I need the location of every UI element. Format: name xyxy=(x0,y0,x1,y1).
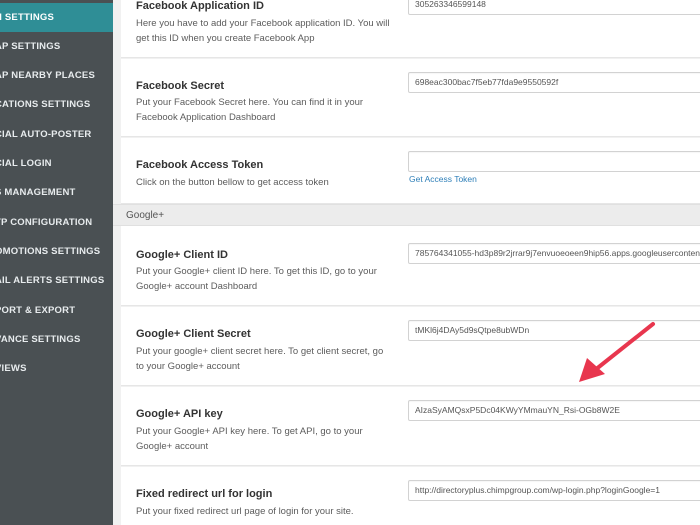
google-redirect-url-row: Fixed redirect url for login Put your fi… xyxy=(121,467,700,525)
facebook-access-token-input[interactable] xyxy=(408,151,700,172)
sidebar-item-locations-settings[interactable]: CATIONS SETTINGS xyxy=(0,90,113,119)
sidebar-item-label: CATIONS SETTINGS xyxy=(0,99,91,110)
sidebar-item-promotions-settings[interactable]: OMOTIONS SETTINGS xyxy=(0,237,113,266)
sidebar-item-label: CIAL LOGIN xyxy=(0,158,52,169)
sidebar-item-label: AIL ALERTS SETTINGS xyxy=(0,275,105,286)
sidebar-item-advance-settings[interactable]: VANCE SETTINGS xyxy=(0,325,113,354)
sidebar-item-social-login[interactable]: CIAL LOGIN xyxy=(0,149,113,178)
facebook-secret-input[interactable]: 698eac300bac7f5eb77fda9e9550592f xyxy=(408,72,700,93)
facebook-access-token-row: Facebook Access Token Click on the butto… xyxy=(121,138,700,204)
facebook-secret-label: Facebook Secret xyxy=(136,80,225,92)
google-redirect-url-description: Put your fixed redirect url page of logi… xyxy=(136,506,354,517)
facebook-access-token-description: Click on the button bellow to get access… xyxy=(136,177,329,188)
sidebar-item-label: VANCE SETTINGS xyxy=(0,334,81,345)
google-client-secret-description: Put your google+ client secret here. To … xyxy=(136,346,384,372)
google-api-key-label: Google+ API key xyxy=(136,408,223,420)
google-api-key-input[interactable]: AIzaSyAMQsxP5Dc04KWyYMmauYN_Rsi-OGb8W2E xyxy=(408,400,700,421)
sidebar-item-label: PORT & EXPORT xyxy=(0,305,76,316)
sidebar-item-label: CIAL AUTO-POSTER xyxy=(0,129,92,140)
facebook-app-id-description: Here you have to add your Facebook appli… xyxy=(136,18,390,44)
sidebar-item-email-alerts-settings[interactable]: AIL ALERTS SETTINGS xyxy=(0,266,113,295)
sidebar-item-map-settings[interactable]: AP SETTINGS xyxy=(0,32,113,61)
sidebar-item-map-nearby-places[interactable]: AP NEARBY PLACES xyxy=(0,61,113,90)
annotation-arrow-icon xyxy=(579,322,655,382)
sidebar-item-label: OMOTIONS SETTINGS xyxy=(0,246,101,257)
facebook-app-id-input[interactable]: 305263346599148 xyxy=(408,0,700,15)
get-access-token-link[interactable]: Get Access Token xyxy=(409,174,477,184)
facebook-secret-row: Facebook Secret Put your Facebook Secret… xyxy=(121,59,700,137)
settings-main: Facebook Application ID Here you have to… xyxy=(113,0,700,525)
sidebar-item-reviews[interactable]: VIEWS xyxy=(0,354,113,383)
sidebar-item-smtp-configuration[interactable]: TP CONFIGURATION xyxy=(0,208,113,237)
sidebar-item-label: VIEWS xyxy=(0,363,27,374)
sidebar-item-label: AP SETTINGS xyxy=(0,41,61,52)
section-title: Google+ xyxy=(126,210,165,221)
facebook-app-id-label: Facebook Application ID xyxy=(136,0,264,12)
sidebar-item-import-export[interactable]: PORT & EXPORT xyxy=(0,296,113,325)
google-api-key-description: Put your Google+ API key here. To get AP… xyxy=(136,426,363,452)
sidebar-item-main-settings[interactable]: N SETTINGS xyxy=(0,3,113,32)
google-client-id-label: Google+ Client ID xyxy=(136,249,228,261)
facebook-secret-description: Put your Facebook Secret here. You can f… xyxy=(136,97,364,123)
google-redirect-url-label: Fixed redirect url for login xyxy=(136,488,273,500)
facebook-app-id-row: Facebook Application ID Here you have to… xyxy=(121,0,700,58)
sidebar-item-ads-management[interactable]: S MANAGEMENT xyxy=(0,178,113,207)
sidebar-item-label: TP CONFIGURATION xyxy=(0,217,93,228)
google-client-secret-label: Google+ Client Secret xyxy=(136,328,251,340)
google-api-key-row: Google+ API key Put your Google+ API key… xyxy=(121,387,700,466)
google-redirect-url-input[interactable]: http://directoryplus.chimpgroup.com/wp-l… xyxy=(408,480,700,501)
sidebar-item-social-auto-poster[interactable]: CIAL AUTO-POSTER xyxy=(0,120,113,149)
sidebar-item-label: AP NEARBY PLACES xyxy=(0,70,95,81)
google-client-id-description: Put your Google+ client ID here. To get … xyxy=(136,266,377,292)
google-plus-section-header: Google+ xyxy=(113,204,700,226)
google-client-id-input[interactable]: 785764341055-hd3p89r2jrrar9j7envuoeoeen9… xyxy=(408,243,700,264)
settings-sidebar: N SETTINGS AP SETTINGS AP NEARBY PLACES … xyxy=(0,0,113,525)
google-client-id-row: Google+ Client ID Put your Google+ clien… xyxy=(121,226,700,306)
sidebar-item-label: S MANAGEMENT xyxy=(0,187,76,198)
facebook-access-token-label: Facebook Access Token xyxy=(136,159,264,171)
sidebar-item-label: N SETTINGS xyxy=(0,12,55,23)
